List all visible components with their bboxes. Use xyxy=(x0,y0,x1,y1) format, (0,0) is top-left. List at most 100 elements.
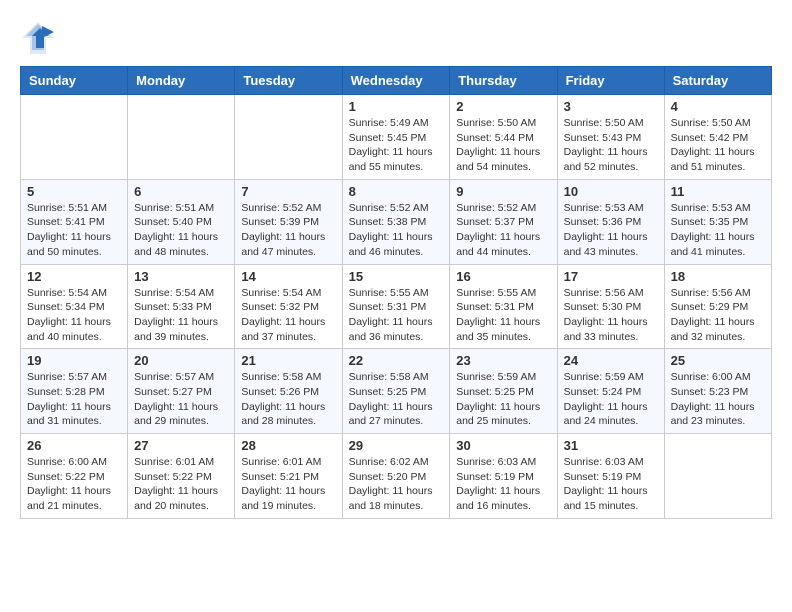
day-info: Sunrise: 6:01 AM Sunset: 5:22 PM Dayligh… xyxy=(134,455,228,514)
calendar-cell: 28 Sunrise: 6:01 AM Sunset: 5:21 PM Dayli… xyxy=(235,434,342,519)
calendar-cell: 18 Sunrise: 5:56 AM Sunset: 5:29 PM Dayli… xyxy=(664,264,771,349)
day-info: Sunrise: 5:49 AM Sunset: 5:45 PM Dayligh… xyxy=(349,116,444,175)
day-number: 22 xyxy=(349,353,444,368)
day-info: Sunrise: 5:51 AM Sunset: 5:41 PM Dayligh… xyxy=(27,201,121,260)
calendar-cell: 5 Sunrise: 5:51 AM Sunset: 5:41 PM Daylig… xyxy=(21,179,128,264)
calendar-cell: 19 Sunrise: 5:57 AM Sunset: 5:28 PM Dayli… xyxy=(21,349,128,434)
day-number: 14 xyxy=(241,269,335,284)
day-info: Sunrise: 5:59 AM Sunset: 5:24 PM Dayligh… xyxy=(564,370,658,429)
day-info: Sunrise: 6:00 AM Sunset: 5:23 PM Dayligh… xyxy=(671,370,765,429)
weekday-header-saturday: Saturday xyxy=(664,67,771,95)
weekday-header-thursday: Thursday xyxy=(450,67,557,95)
calendar-week-4: 19 Sunrise: 5:57 AM Sunset: 5:28 PM Dayli… xyxy=(21,349,772,434)
weekday-header-sunday: Sunday xyxy=(21,67,128,95)
weekday-header-tuesday: Tuesday xyxy=(235,67,342,95)
day-info: Sunrise: 5:52 AM Sunset: 5:39 PM Dayligh… xyxy=(241,201,335,260)
day-number: 23 xyxy=(456,353,550,368)
calendar-cell: 26 Sunrise: 6:00 AM Sunset: 5:22 PM Dayli… xyxy=(21,434,128,519)
day-info: Sunrise: 5:55 AM Sunset: 5:31 PM Dayligh… xyxy=(456,286,550,345)
calendar-cell: 7Sunrise: 5:52 AM Sunset: 5:39 PM Daylig… xyxy=(235,179,342,264)
day-number: 10 xyxy=(564,184,658,199)
calendar-cell: 4Sunrise: 5:50 AM Sunset: 5:42 PM Daylig… xyxy=(664,95,771,180)
day-info: Sunrise: 5:52 AM Sunset: 5:37 PM Dayligh… xyxy=(456,201,550,260)
day-info: Sunrise: 5:59 AM Sunset: 5:25 PM Dayligh… xyxy=(456,370,550,429)
day-number: 1 xyxy=(349,99,444,114)
calendar-cell: 1 Sunrise: 5:49 AM Sunset: 5:45 PM Daylig… xyxy=(342,95,450,180)
day-info: Sunrise: 6:03 AM Sunset: 5:19 PM Dayligh… xyxy=(456,455,550,514)
day-number: 9 xyxy=(456,184,550,199)
day-number: 5 xyxy=(27,184,121,199)
day-info: Sunrise: 6:03 AM Sunset: 5:19 PM Dayligh… xyxy=(564,455,658,514)
day-number: 4 xyxy=(671,99,765,114)
calendar-cell: 12 Sunrise: 5:54 AM Sunset: 5:34 PM Dayli… xyxy=(21,264,128,349)
day-number: 16 xyxy=(456,269,550,284)
day-info: Sunrise: 5:52 AM Sunset: 5:38 PM Dayligh… xyxy=(349,201,444,260)
day-number: 21 xyxy=(241,353,335,368)
calendar-cell: 27 Sunrise: 6:01 AM Sunset: 5:22 PM Dayli… xyxy=(128,434,235,519)
day-number: 29 xyxy=(349,438,444,453)
calendar-cell: 30 Sunrise: 6:03 AM Sunset: 5:19 PM Dayli… xyxy=(450,434,557,519)
day-info: Sunrise: 5:58 AM Sunset: 5:25 PM Dayligh… xyxy=(349,370,444,429)
day-info: Sunrise: 5:58 AM Sunset: 5:26 PM Dayligh… xyxy=(241,370,335,429)
day-number: 19 xyxy=(27,353,121,368)
calendar-cell: 2 Sunrise: 5:50 AM Sunset: 5:44 PM Daylig… xyxy=(450,95,557,180)
day-number: 3 xyxy=(564,99,658,114)
calendar-cell: 25 Sunrise: 6:00 AM Sunset: 5:23 PM Dayli… xyxy=(664,349,771,434)
day-number: 27 xyxy=(134,438,228,453)
day-number: 18 xyxy=(671,269,765,284)
calendar-cell: 8Sunrise: 5:52 AM Sunset: 5:38 PM Daylig… xyxy=(342,179,450,264)
day-info: Sunrise: 5:50 AM Sunset: 5:43 PM Dayligh… xyxy=(564,116,658,175)
day-info: Sunrise: 6:02 AM Sunset: 5:20 PM Dayligh… xyxy=(349,455,444,514)
calendar-cell: 23 Sunrise: 5:59 AM Sunset: 5:25 PM Dayli… xyxy=(450,349,557,434)
day-info: Sunrise: 5:54 AM Sunset: 5:34 PM Dayligh… xyxy=(27,286,121,345)
calendar-cell: 29 Sunrise: 6:02 AM Sunset: 5:20 PM Dayli… xyxy=(342,434,450,519)
day-number: 13 xyxy=(134,269,228,284)
calendar-cell: 31 Sunrise: 6:03 AM Sunset: 5:19 PM Dayli… xyxy=(557,434,664,519)
weekday-header-friday: Friday xyxy=(557,67,664,95)
day-number: 26 xyxy=(27,438,121,453)
calendar-cell xyxy=(664,434,771,519)
calendar-cell: 10 Sunrise: 5:53 AM Sunset: 5:36 PM Dayli… xyxy=(557,179,664,264)
day-info: Sunrise: 5:57 AM Sunset: 5:27 PM Dayligh… xyxy=(134,370,228,429)
day-info: Sunrise: 6:01 AM Sunset: 5:21 PM Dayligh… xyxy=(241,455,335,514)
day-number: 24 xyxy=(564,353,658,368)
calendar-week-3: 12 Sunrise: 5:54 AM Sunset: 5:34 PM Dayli… xyxy=(21,264,772,349)
calendar-week-2: 5 Sunrise: 5:51 AM Sunset: 5:41 PM Daylig… xyxy=(21,179,772,264)
day-info: Sunrise: 5:56 AM Sunset: 5:29 PM Dayligh… xyxy=(671,286,765,345)
day-number: 2 xyxy=(456,99,550,114)
day-number: 15 xyxy=(349,269,444,284)
calendar-table: SundayMondayTuesdayWednesdayThursdayFrid… xyxy=(20,66,772,519)
calendar-cell xyxy=(235,95,342,180)
day-info: Sunrise: 5:57 AM Sunset: 5:28 PM Dayligh… xyxy=(27,370,121,429)
day-number: 30 xyxy=(456,438,550,453)
day-info: Sunrise: 5:53 AM Sunset: 5:36 PM Dayligh… xyxy=(564,201,658,260)
calendar-cell: 24 Sunrise: 5:59 AM Sunset: 5:24 PM Dayli… xyxy=(557,349,664,434)
day-number: 25 xyxy=(671,353,765,368)
day-info: Sunrise: 5:54 AM Sunset: 5:33 PM Dayligh… xyxy=(134,286,228,345)
calendar-cell: 14Sunrise: 5:54 AM Sunset: 5:32 PM Dayli… xyxy=(235,264,342,349)
calendar-header-row: SundayMondayTuesdayWednesdayThursdayFrid… xyxy=(21,67,772,95)
day-info: Sunrise: 6:00 AM Sunset: 5:22 PM Dayligh… xyxy=(27,455,121,514)
calendar-cell: 3 Sunrise: 5:50 AM Sunset: 5:43 PM Daylig… xyxy=(557,95,664,180)
day-info: Sunrise: 5:50 AM Sunset: 5:44 PM Dayligh… xyxy=(456,116,550,175)
day-info: Sunrise: 5:53 AM Sunset: 5:35 PM Dayligh… xyxy=(671,201,765,260)
day-number: 28 xyxy=(241,438,335,453)
calendar-cell: 17 Sunrise: 5:56 AM Sunset: 5:30 PM Dayli… xyxy=(557,264,664,349)
day-info: Sunrise: 5:51 AM Sunset: 5:40 PM Dayligh… xyxy=(134,201,228,260)
logo-icon xyxy=(20,20,56,56)
day-number: 12 xyxy=(27,269,121,284)
day-number: 11 xyxy=(671,184,765,199)
weekday-header-wednesday: Wednesday xyxy=(342,67,450,95)
calendar-cell: 9 Sunrise: 5:52 AM Sunset: 5:37 PM Daylig… xyxy=(450,179,557,264)
logo xyxy=(20,20,60,56)
calendar-cell xyxy=(128,95,235,180)
weekday-header-monday: Monday xyxy=(128,67,235,95)
page-header xyxy=(20,20,772,56)
day-number: 31 xyxy=(564,438,658,453)
day-info: Sunrise: 5:55 AM Sunset: 5:31 PM Dayligh… xyxy=(349,286,444,345)
calendar-cell xyxy=(21,95,128,180)
calendar-cell: 11 Sunrise: 5:53 AM Sunset: 5:35 PM Dayli… xyxy=(664,179,771,264)
day-number: 6 xyxy=(134,184,228,199)
day-number: 17 xyxy=(564,269,658,284)
day-info: Sunrise: 5:56 AM Sunset: 5:30 PM Dayligh… xyxy=(564,286,658,345)
